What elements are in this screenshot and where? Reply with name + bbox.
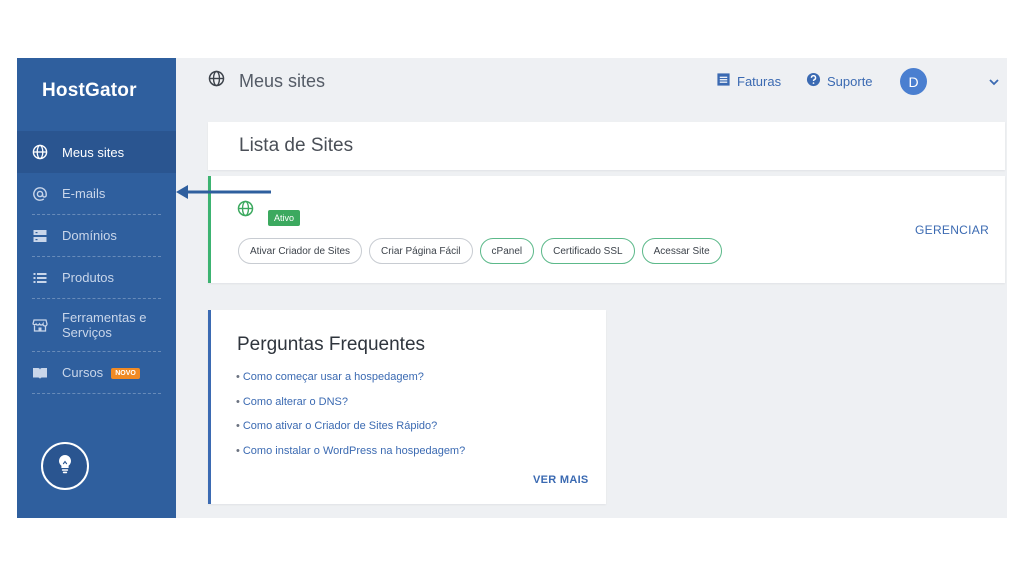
store-icon: [32, 317, 48, 333]
server-icon: [32, 228, 48, 244]
sidebar-item-label: Cursos NOVO: [62, 365, 140, 380]
sidebar-item-meus-sites[interactable]: Meus sites: [17, 131, 176, 173]
create-easy-page-button[interactable]: Criar Página Fácil: [369, 238, 473, 264]
sidebar-item-cursos[interactable]: Cursos NOVO: [32, 352, 161, 394]
annotation-arrow-icon: [176, 185, 271, 199]
sidebar-item-label: Ferramentas e Serviços: [62, 310, 147, 340]
faq-link[interactable]: • Como começar usar a hospedagem?: [236, 371, 465, 396]
app-frame: HostGator Meus sites E-mails Domínios Pr…: [17, 58, 1007, 518]
faq-card: Perguntas Frequentes • Como começar usar …: [208, 310, 606, 504]
sidebar-item-label: Domínios: [62, 228, 117, 243]
support-link[interactable]: Suporte: [806, 72, 873, 90]
faq-list: • Como começar usar a hospedagem? • Como a…: [236, 371, 465, 469]
see-more-link[interactable]: VER MAIS: [533, 474, 589, 486]
avatar[interactable]: D: [900, 68, 927, 95]
sites-list-header: Lista de Sites: [208, 122, 1005, 170]
sidebar-item-label: Produtos: [62, 270, 115, 285]
site-actions: Ativar Criador de Sites Criar Página Fác…: [238, 238, 722, 264]
ssl-certificate-button[interactable]: Certificado SSL: [541, 238, 635, 264]
lightbulb-icon: [55, 453, 75, 480]
sites-list-title: Lista de Sites: [239, 135, 354, 156]
globe-icon: [32, 144, 48, 160]
sidebar-item-dominios[interactable]: Domínios: [32, 215, 161, 257]
sidebar: HostGator Meus sites E-mails Domínios Pr…: [17, 58, 176, 518]
cpanel-button[interactable]: cPanel: [479, 238, 535, 264]
sidebar-item-label: Meus sites: [62, 144, 125, 160]
logo: HostGator: [42, 80, 137, 101]
list-icon: [32, 270, 48, 286]
help-circle-icon: [806, 72, 827, 90]
globe-icon: [237, 200, 254, 222]
faq-link[interactable]: • Como instalar o WordPress na hospedagem…: [236, 445, 465, 470]
invoices-link[interactable]: Faturas: [716, 72, 781, 90]
at-icon: [32, 186, 48, 202]
help-button[interactable]: [41, 442, 89, 490]
site-card: Ativo Ativar Criador de Sites Criar Pági…: [208, 176, 1005, 283]
manage-link[interactable]: GERENCIAR: [915, 223, 989, 237]
sidebar-item-produtos[interactable]: Produtos: [32, 257, 161, 299]
book-icon: [32, 365, 48, 381]
faq-link[interactable]: • Como alterar o DNS?: [236, 396, 465, 421]
invoice-icon: [716, 72, 737, 90]
sidebar-item-emails[interactable]: E-mails: [32, 173, 161, 215]
status-badge: Ativo: [268, 210, 301, 226]
sidebar-item-ferramentas[interactable]: Ferramentas e Serviços: [32, 299, 161, 352]
page-title: Meus sites: [208, 70, 325, 92]
activate-site-builder-button[interactable]: Ativar Criador de Sites: [238, 238, 363, 264]
access-site-button[interactable]: Acessar Site: [641, 238, 722, 264]
top-header: Meus sites Faturas Suporte D: [176, 58, 1007, 104]
globe-icon: [208, 70, 225, 92]
sidebar-item-label: E-mails: [62, 186, 106, 201]
sidebar-nav: Meus sites E-mails Domínios Produtos Fer…: [17, 131, 176, 394]
faq-title: Perguntas Frequentes: [237, 334, 426, 355]
chevron-down-icon[interactable]: [988, 74, 1000, 92]
faq-link[interactable]: • Como ativar o Criador de Sites Rápido?: [236, 420, 465, 445]
new-badge: NOVO: [111, 368, 140, 380]
